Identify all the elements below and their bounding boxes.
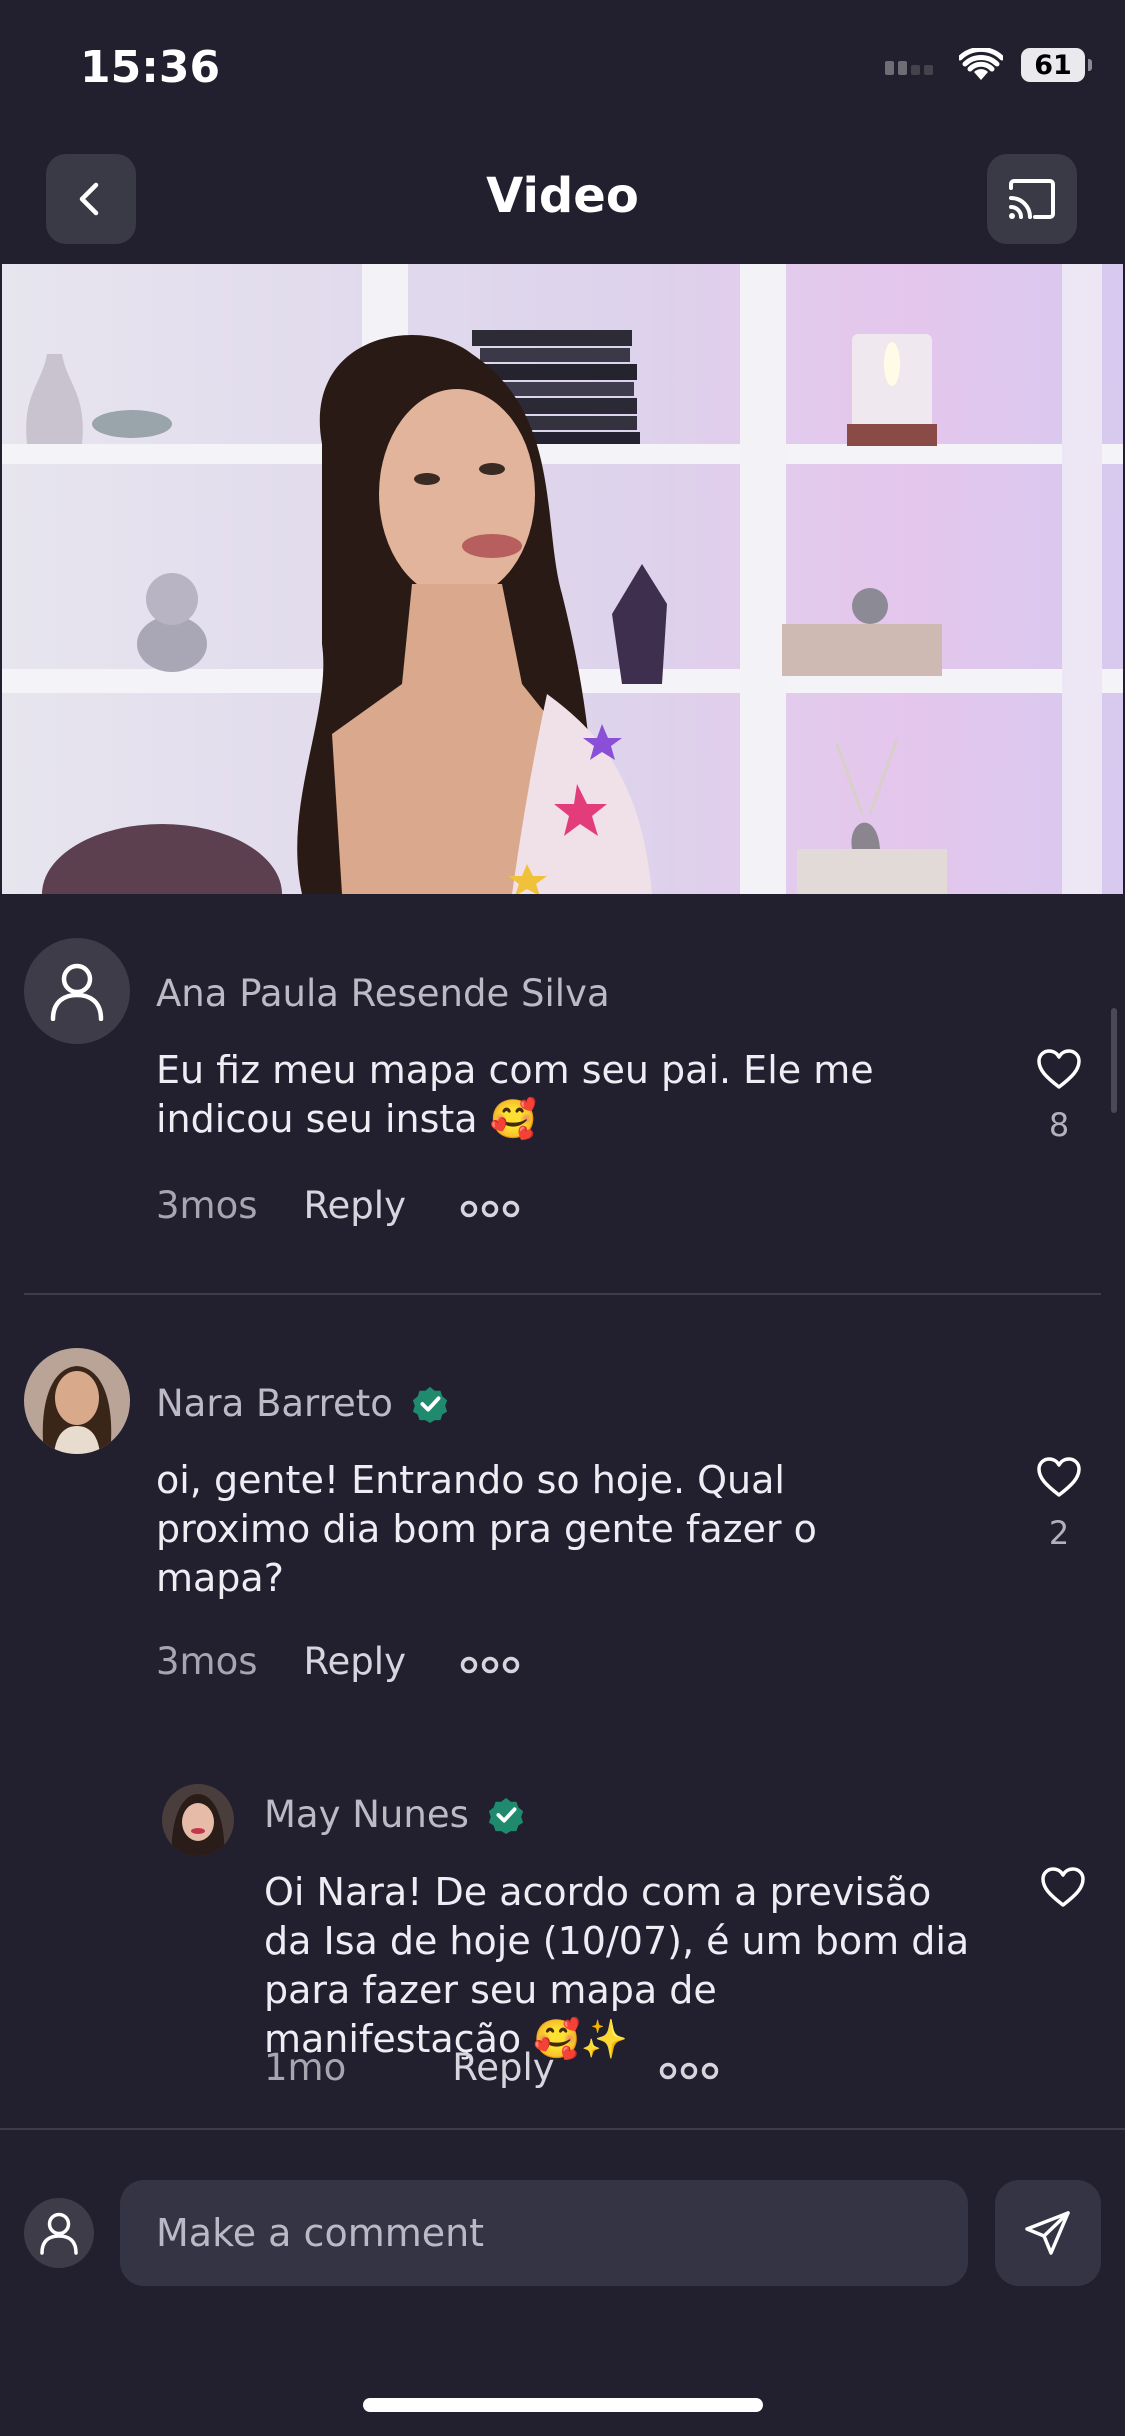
reply-meta: 1mo Reply — [264, 2046, 719, 2089]
cast-icon — [1009, 179, 1055, 219]
avatar[interactable] — [24, 1348, 130, 1454]
send-button[interactable] — [995, 2180, 1101, 2286]
user-icon — [50, 963, 104, 1021]
battery-level: 61 — [1034, 49, 1072, 81]
status-icons: 61 — [885, 48, 1092, 82]
heart-icon[interactable] — [1040, 1866, 1086, 1908]
scrollbar[interactable] — [1111, 1008, 1117, 1113]
comment-time: 3mos — [156, 1640, 258, 1683]
status-time: 15:36 — [80, 42, 221, 93]
divider — [24, 1293, 1101, 1295]
avatar[interactable] — [24, 938, 130, 1044]
more-options-button[interactable] — [659, 2046, 719, 2089]
more-options-button[interactable] — [460, 1640, 520, 1683]
more-dots-icon — [460, 1200, 520, 1218]
comment-author-row: Nara Barreto — [156, 1382, 449, 1425]
current-user-avatar — [24, 2198, 94, 2268]
comment-author[interactable]: Ana Paula Resende Silva — [156, 972, 610, 1015]
reply-time: 1mo — [264, 2046, 347, 2089]
comment-text: Eu fiz meu mapa com seu pai. Ele me indi… — [156, 1048, 874, 1141]
more-dots-icon — [460, 1656, 520, 1674]
comment-author-row: Ana Paula Resende Silva — [156, 972, 610, 1015]
reply-button[interactable]: Reply — [304, 1184, 406, 1227]
comment-meta: 3mos Reply — [156, 1184, 520, 1227]
home-indicator[interactable] — [363, 2398, 763, 2412]
heart-icon[interactable] — [1036, 1456, 1082, 1498]
verified-badge-icon — [488, 1797, 523, 1834]
comment-author[interactable]: Nara Barreto — [156, 1382, 393, 1425]
comment-composer — [0, 2128, 1125, 2310]
comment-text: oi, gente! Entrando so hoje. Qual proxim… — [156, 1458, 817, 1600]
avatar-photo — [24, 1348, 130, 1454]
comment-time: 3mos — [156, 1184, 258, 1227]
comments-list[interactable]: Ana Paula Resende Silva Eu fiz meu mapa … — [0, 900, 1125, 2128]
avatar[interactable] — [162, 1784, 234, 1856]
reply-button[interactable]: Reply — [452, 2046, 554, 2089]
cellular-signal-icon — [885, 61, 933, 75]
heart-icon[interactable] — [1036, 1048, 1082, 1090]
avatar-photo — [162, 1784, 234, 1856]
video-frame-image — [2, 264, 1123, 894]
like-count: 8 — [1048, 1106, 1070, 1144]
more-dots-icon — [659, 2062, 718, 2080]
send-icon — [1025, 2211, 1070, 2255]
user-icon — [40, 2212, 78, 2255]
comment-input[interactable] — [120, 2180, 968, 2286]
reply-text: Oi Nara! De acordo com a previsão da Isa… — [264, 1870, 970, 2061]
wifi-icon — [959, 48, 1003, 80]
status-bar: 15:36 61 — [0, 0, 1125, 135]
nav-bar: Video — [0, 150, 1125, 250]
like-control — [1038, 1866, 1088, 1912]
comment-meta: 3mos Reply — [156, 1640, 520, 1683]
verified-badge-icon — [412, 1386, 448, 1423]
like-count: 2 — [1048, 1514, 1070, 1552]
page-title: Video — [486, 168, 639, 224]
battery-icon: 61 — [1021, 48, 1092, 82]
video-player[interactable] — [2, 264, 1123, 894]
reply-author-row: May Nunes — [264, 1793, 525, 1836]
cast-button[interactable] — [987, 154, 1077, 244]
reply-button[interactable]: Reply — [304, 1640, 406, 1683]
reply-author[interactable]: May Nunes — [264, 1793, 469, 1836]
like-control: 8 — [1034, 1048, 1084, 1144]
like-control: 2 — [1034, 1456, 1084, 1552]
more-options-button[interactable] — [460, 1184, 520, 1227]
